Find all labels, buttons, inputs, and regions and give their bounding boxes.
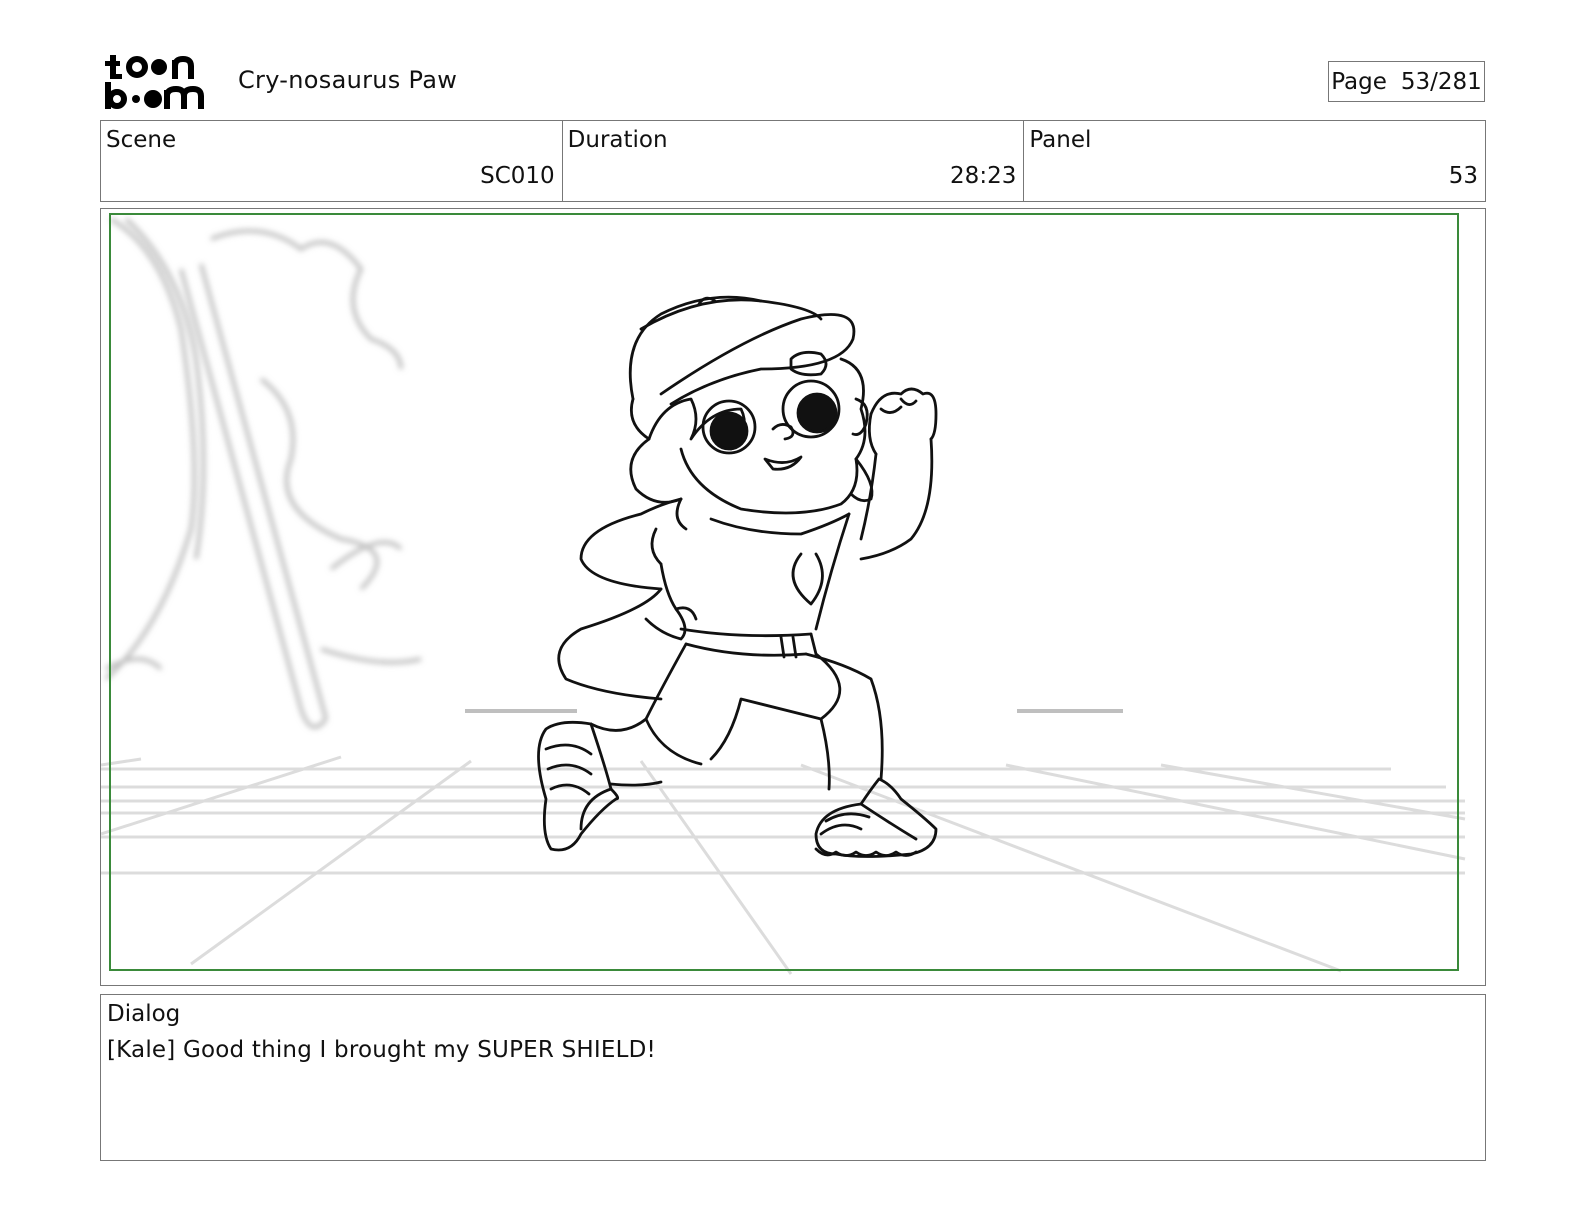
duration-label: Duration: [567, 127, 668, 153]
panel-drawing: [101, 213, 1466, 975]
panel-label: Panel: [1029, 127, 1092, 153]
dialog-box: Dialog [Kale] Good thing I brought my SU…: [100, 994, 1486, 1161]
safe-frame: [109, 213, 1459, 971]
floor-grid: [101, 755, 1466, 975]
panel-value: 53: [1448, 163, 1479, 189]
character-kale-sketch: [537, 295, 938, 858]
page-label: Page: [1331, 68, 1387, 95]
scene-cell: Scene SC010: [101, 121, 563, 201]
scene-label: Scene: [106, 127, 177, 153]
duration-value: 28:23: [950, 163, 1017, 189]
info-table: Scene SC010 Duration 28:23 Panel 53: [100, 120, 1486, 202]
panel-cell: Panel 53: [1024, 121, 1485, 201]
page-value: 53/281: [1400, 68, 1482, 95]
toon-boom-logo: [104, 52, 214, 110]
duration-cell: Duration 28:23: [563, 121, 1025, 201]
dialog-text: [Kale] Good thing I brought my SUPER SHI…: [107, 1037, 656, 1063]
project-title: Cry-nosaurus Paw: [238, 66, 458, 94]
page-indicator: Page 53/281: [1328, 61, 1485, 102]
scene-value: SC010: [480, 163, 555, 189]
background-tree-sketch: [104, 217, 422, 729]
storyboard-panel: [100, 208, 1486, 986]
dialog-label: Dialog: [107, 1001, 181, 1027]
